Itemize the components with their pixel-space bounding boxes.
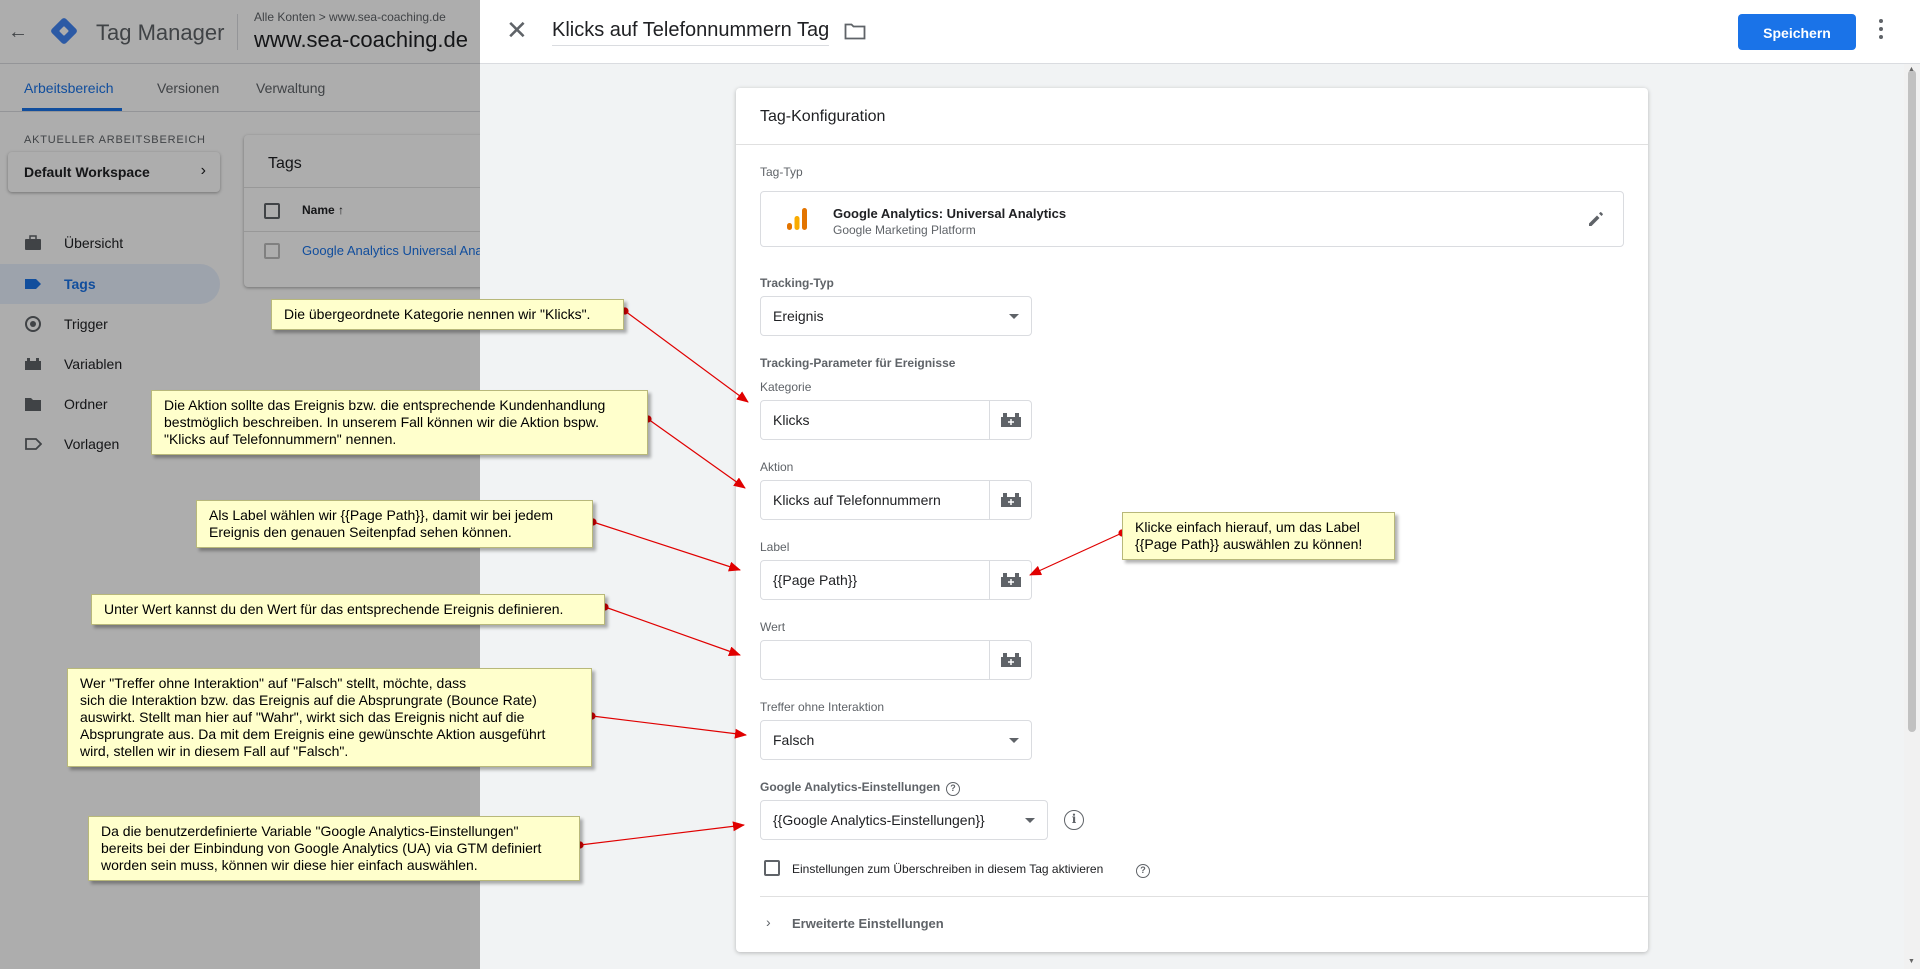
annotation-value: Unter Wert kannst du den Wert für das en… [91, 594, 605, 625]
arrow-non-interaction [591, 715, 747, 739]
annotation-action: Die Aktion sollte das Ereignis bzw. die … [151, 390, 648, 455]
arrow-label-picker [1029, 532, 1123, 576]
annotation-label: Als Label wählen wir {{Page Path}}, dami… [196, 500, 593, 548]
annotation-non-interaction: Wer "Treffer ohne Interaktion" auf "Fals… [67, 668, 592, 767]
arrow-label [592, 521, 741, 572]
arrow-ga-settings [579, 821, 745, 846]
annotation-ga-settings: Da die benutzerdefinierte Variable "Goog… [88, 816, 580, 881]
arrow-action [647, 418, 746, 489]
annotation-category: Die übergeordnete Kategorie nennen wir "… [271, 299, 624, 330]
annotation-label-click: Klicke einfach hierauf, um das Label {{P… [1122, 512, 1395, 560]
arrow-category [624, 310, 749, 403]
arrow-value [604, 606, 741, 657]
